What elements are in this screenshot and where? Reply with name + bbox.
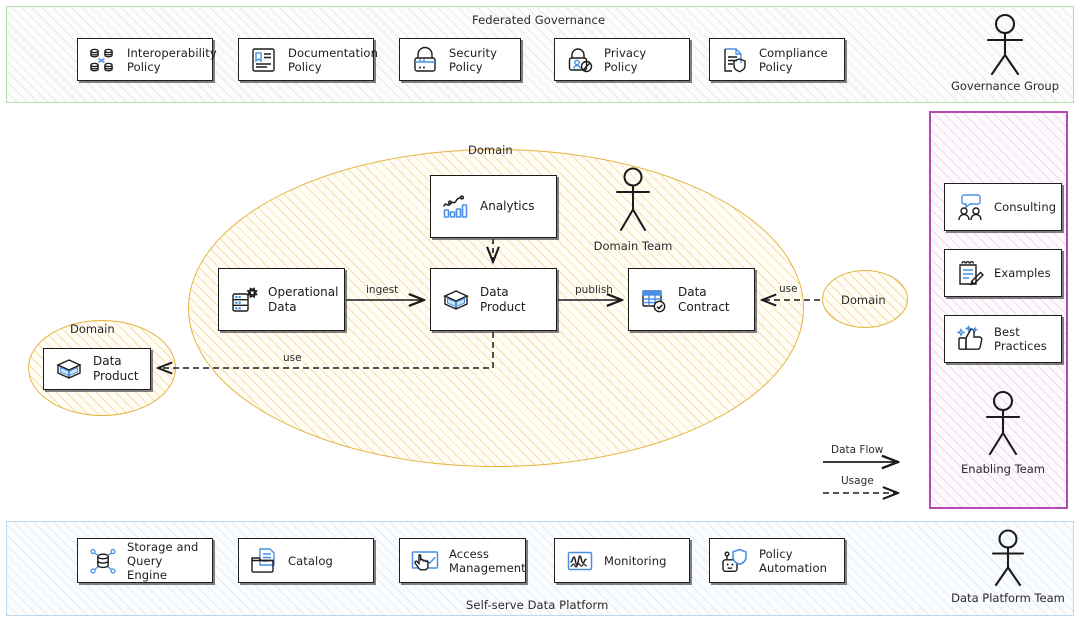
open-box-icon <box>54 354 84 384</box>
actor-caption: Enabling Team <box>961 462 1045 476</box>
enabling-card-best-practices[interactable]: Best Practices <box>944 315 1062 363</box>
waveform-monitor-icon <box>565 546 595 576</box>
enabling-card-label: Examples <box>994 266 1051 280</box>
policy-card-label: Interoperability Policy <box>127 45 217 74</box>
node-data-contract[interactable]: Data Contract <box>628 268 755 331</box>
people-speech-icon <box>955 192 985 222</box>
platform-card-label: Monitoring <box>604 553 667 568</box>
main-domain-label: Domain <box>468 143 513 157</box>
database-network-icon <box>88 546 118 576</box>
document-shield-icon <box>720 45 750 75</box>
actor-caption: Governance Group <box>950 79 1060 93</box>
edge-label-ingest: ingest <box>366 284 399 296</box>
privacy-lock-person-icon <box>565 45 595 75</box>
hand-check-icon <box>410 546 440 576</box>
federated-governance-label: Federated Governance <box>472 13 606 27</box>
open-box-icon <box>441 285 471 315</box>
edge-label-use-right: use <box>779 283 798 295</box>
left-domain-label: Domain <box>70 322 115 336</box>
platform-card-access-management[interactable]: Access Management <box>399 538 526 583</box>
diagram-canvas: Federated Governance Interoperability Po… <box>0 0 1080 622</box>
policy-card-compliance[interactable]: Compliance Policy <box>709 38 845 81</box>
platform-card-label: Access Management <box>449 546 526 575</box>
actor-governance-group: Governance Group <box>950 12 1060 93</box>
database-gear-icon <box>229 285 259 315</box>
node-label: Data Product <box>480 284 526 314</box>
node-left-data-product[interactable]: Data Product <box>43 348 151 390</box>
policy-card-label: Compliance Policy <box>759 45 828 74</box>
enabling-card-label: Best Practices <box>994 325 1047 353</box>
document-lines-icon <box>249 45 279 75</box>
policy-card-label: Documentation Policy <box>288 45 378 74</box>
legend-label-data-flow: Data Flow <box>831 444 884 456</box>
enabling-card-label: Consulting <box>994 200 1057 214</box>
platform-card-monitoring[interactable]: Monitoring <box>554 538 690 583</box>
analytics-chart-icon <box>441 192 471 222</box>
actor-domain-team: Domain Team <box>578 166 688 253</box>
padlock-icon <box>410 45 440 75</box>
policy-card-security[interactable]: Security Policy <box>399 38 521 81</box>
table-check-icon <box>639 285 669 315</box>
self-serve-platform-label: Self-serve Data Platform <box>466 598 609 612</box>
node-label: Data Product <box>93 354 139 383</box>
legend-label-usage: Usage <box>841 475 874 487</box>
node-label: Operational Data <box>268 284 339 314</box>
folder-document-icon <box>249 546 279 576</box>
policy-card-documentation[interactable]: Documentation Policy <box>238 38 378 81</box>
platform-card-catalog[interactable]: Catalog <box>238 538 374 583</box>
policy-card-label: Security Policy <box>449 45 498 74</box>
node-label: Analytics <box>480 199 535 213</box>
databases-link-icon <box>88 45 118 75</box>
policy-card-interoperability[interactable]: Interoperability Policy <box>77 38 217 81</box>
thumbs-up-sparkle-icon <box>955 324 985 354</box>
policy-card-label: Privacy Policy <box>604 45 647 74</box>
edge-label-publish: publish <box>575 284 613 296</box>
edge-label-use-left: use <box>283 352 302 364</box>
platform-card-label: Storage and Query Engine <box>127 539 199 582</box>
platform-card-label: Policy Automation <box>759 546 827 575</box>
platform-card-label: Catalog <box>288 553 333 568</box>
actor-caption: Domain Team <box>593 239 673 253</box>
enabling-card-examples[interactable]: Examples <box>944 249 1062 297</box>
actor-data-platform-team: Data Platform Team <box>948 528 1068 605</box>
platform-card-policy-automation[interactable]: Policy Automation <box>709 538 845 583</box>
clipboard-pencil-icon <box>955 258 985 288</box>
node-label: Data Contract <box>678 284 730 314</box>
enabling-card-consulting[interactable]: Consulting <box>944 183 1062 231</box>
node-operational-data[interactable]: Operational Data <box>218 268 345 331</box>
right-domain-label: Domain <box>841 293 886 307</box>
actor-enabling-team: Enabling Team <box>948 389 1058 476</box>
policy-card-privacy[interactable]: Privacy Policy <box>554 38 690 81</box>
platform-card-storage[interactable]: Storage and Query Engine <box>77 538 213 583</box>
actor-caption: Data Platform Team <box>951 591 1065 605</box>
node-analytics[interactable]: Analytics <box>430 175 557 238</box>
node-data-product[interactable]: Data Product <box>430 268 557 331</box>
robot-shield-icon <box>720 546 750 576</box>
